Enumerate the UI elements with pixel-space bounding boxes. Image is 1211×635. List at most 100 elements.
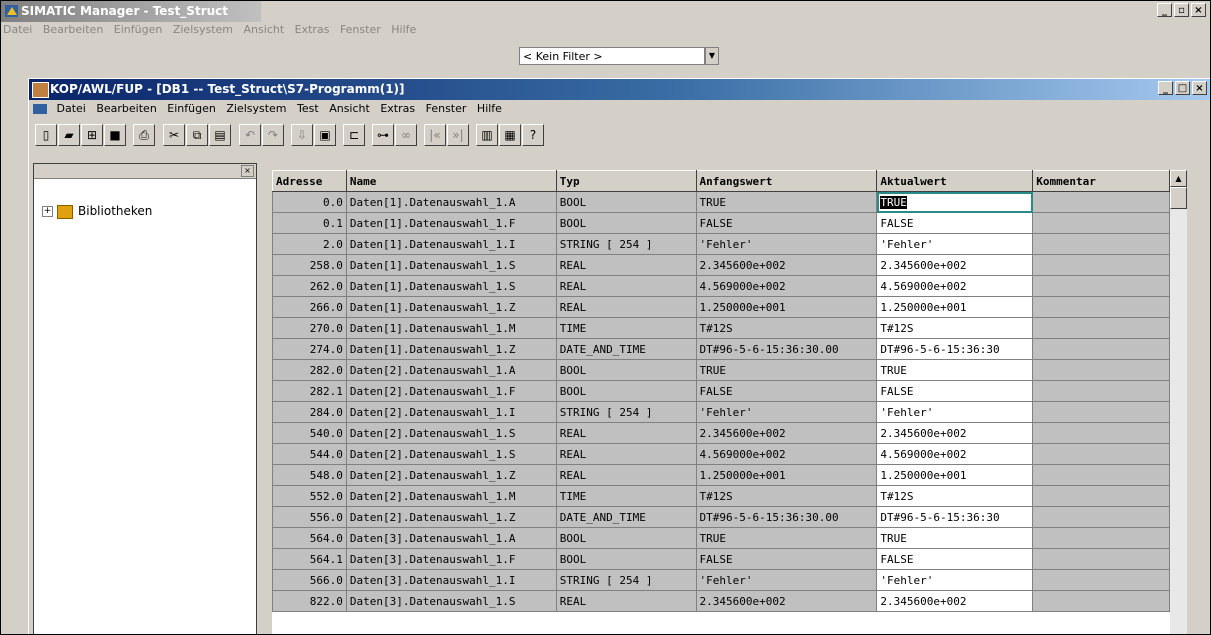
table-row[interactable]: 0.0 Daten[1].Datenauswahl_1.A BOOL TRUE TRUE [272,191,1170,213]
inner-menu-extras[interactable]: Extras [380,102,415,115]
cell-aktualwert[interactable]: DT#96-5-6-15:36:30 [876,506,1034,528]
outer-menu-fenster[interactable]: Fenster [340,23,381,36]
cell-aktualwert[interactable]: 1.250000e+001 [876,464,1034,486]
table-row[interactable]: 266.0 Daten[1].Datenauswahl_1.Z REAL 1.2500… [272,296,1170,318]
view-toggle-icon[interactable]: ⊏ [343,124,365,146]
first-network-icon[interactable]: |« [424,124,446,146]
cell-aktualwert[interactable]: 1.250000e+001 [876,296,1034,318]
paste-icon[interactable]: ▤ [209,124,231,146]
overview-icon[interactable]: ▥ [476,124,498,146]
filter-select[interactable]: < Kein Filter > [519,47,705,65]
cell-aktualwert[interactable]: DT#96-5-6-15:36:30 [876,338,1034,360]
redo-icon[interactable]: ↷ [262,124,284,146]
accessible-nodes-icon[interactable]: ⊞ [81,124,103,146]
inner-menu-hilfe[interactable]: Hilfe [477,102,502,115]
cell-aktualwert[interactable]: T#12S [876,317,1034,339]
header-name[interactable]: Name [345,170,557,192]
table-row[interactable]: 552.0 Daten[2].Datenauswahl_1.M TIME T#12S T… [272,485,1170,507]
copy-icon[interactable]: ⧉ [186,124,208,146]
minimize-button[interactable]: _ [1157,3,1172,17]
vertical-scrollbar[interactable]: ▲ [1170,170,1187,634]
table-row[interactable]: 282.1 Daten[2].Datenauswahl_1.F BOOL FALSE F… [272,380,1170,402]
cell-aktualwert[interactable]: TRUE [876,527,1034,549]
table-row[interactable]: 556.0 Daten[2].Datenauswahl_1.Z DATE_AND_T… [272,506,1170,528]
cell-aktualwert[interactable]: 'Fehler' [876,401,1034,423]
outer-menu-bearbeiten[interactable]: Bearbeiten [43,23,103,36]
outer-menu-datei[interactable]: Datei [3,23,32,36]
inner-maximize-button[interactable]: □ [1175,81,1190,95]
inner-menu-zielsystem[interactable]: Zielsystem [226,102,286,115]
expand-icon[interactable]: + [42,206,53,217]
tree-item-bibliotheken[interactable]: + Bibliotheken [42,204,152,219]
cell-aktualwert[interactable]: 4.569000e+002 [876,443,1034,465]
cell-aktualwert[interactable]: TRUE [876,359,1034,381]
inner-close-button[interactable]: × [1192,81,1207,95]
outer-menu-einfuegen[interactable]: Einfügen [114,23,163,36]
header-aktualwert[interactable]: Aktualwert [876,170,1034,192]
header-adresse[interactable]: Adresse [272,170,347,192]
restore-button[interactable]: ▫ [1174,3,1189,17]
inner-menu-ansicht[interactable]: Ansicht [329,102,370,115]
close-button[interactable]: × [1191,3,1206,17]
selected-value[interactable]: TRUE [880,195,907,209]
inner-menu-datei[interactable]: Datei [57,102,86,115]
menu-window-icon[interactable] [33,104,47,114]
filter-dropdown-icon[interactable]: ▼ [705,47,719,65]
scroll-up-icon[interactable]: ▲ [1170,170,1187,187]
cell-aktualwert[interactable]: FALSE [876,548,1034,570]
glasses-icon[interactable]: ∞ [395,124,417,146]
cell-aktualwert[interactable]: TRUE [876,191,1034,213]
cut-icon[interactable]: ✂ [163,124,185,146]
cell-aktualwert[interactable]: FALSE [876,380,1034,402]
table-row[interactable]: 274.0 Daten[1].Datenauswahl_1.Z DATE_AND_T… [272,338,1170,360]
inner-minimize-button[interactable]: _ [1158,81,1173,95]
outer-menu-hilfe[interactable]: Hilfe [391,23,416,36]
table-row[interactable]: 548.0 Daten[2].Datenauswahl_1.Z REAL 1.2500… [272,464,1170,486]
cell-aktualwert[interactable]: 'Fehler' [876,569,1034,591]
help-icon[interactable]: ? [522,124,544,146]
table-row[interactable]: 0.1 Daten[1].Datenauswahl_1.F BOOL FALSE FAL… [272,212,1170,234]
cell-aktualwert[interactable]: 4.569000e+002 [876,275,1034,297]
table-row[interactable]: 540.0 Daten[2].Datenauswahl_1.S REAL 2.3456… [272,422,1170,444]
table-row[interactable]: 258.0 Daten[1].Datenauswahl_1.S REAL 2.3456… [272,254,1170,276]
header-anfangswert[interactable]: Anfangswert [695,170,878,192]
details-icon[interactable]: ▦ [499,124,521,146]
monitor-icon[interactable]: ▣ [314,124,336,146]
cell-aktualwert[interactable]: 2.345600e+002 [876,422,1034,444]
inner-title-bar[interactable]: KOP/AWL/FUP - [DB1 -- Test_Struct\S7-Pro… [29,79,1210,100]
network-icon[interactable]: ⊶ [372,124,394,146]
table-row[interactable]: 564.0 Daten[3].Datenauswahl_1.A BOOL TRUE TR… [272,527,1170,549]
pane-close-icon[interactable]: × [241,165,254,177]
new-file-icon[interactable]: ▯ [35,124,57,146]
table-row[interactable]: 282.0 Daten[2].Datenauswahl_1.A BOOL TRUE TR… [272,359,1170,381]
pane-splitter[interactable] [257,163,269,634]
open-folder-icon[interactable]: ▰ [58,124,80,146]
last-network-icon[interactable]: »| [447,124,469,146]
outer-menu-zielsystem[interactable]: Zielsystem [173,23,233,36]
cell-aktualwert[interactable]: 2.345600e+002 [876,254,1034,276]
table-row[interactable]: 564.1 Daten[3].Datenauswahl_1.F BOOL FALSE F… [272,548,1170,570]
cell-aktualwert[interactable]: T#12S [876,485,1034,507]
table-row[interactable]: 822.0 Daten[3].Datenauswahl_1.S REAL 2.3456… [272,590,1170,612]
table-row[interactable]: 566.0 Daten[3].Datenauswahl_1.I STRING [ 2… [272,569,1170,591]
inner-menu-fenster[interactable]: Fenster [426,102,467,115]
table-row[interactable]: 262.0 Daten[1].Datenauswahl_1.S REAL 4.5690… [272,275,1170,297]
outer-menu-extras[interactable]: Extras [295,23,330,36]
save-icon[interactable]: ■ [104,124,126,146]
cell-aktualwert[interactable]: FALSE [876,212,1034,234]
table-row[interactable]: 2.0 Daten[1].Datenauswahl_1.I STRING [ 254… [272,233,1170,255]
table-row[interactable]: 284.0 Daten[2].Datenauswahl_1.I STRING [ 2… [272,401,1170,423]
inner-menu-einfuegen[interactable]: Einfügen [167,102,216,115]
scroll-thumb[interactable] [1170,187,1187,209]
inner-menu-bearbeiten[interactable]: Bearbeiten [96,102,156,115]
print-icon[interactable]: ⎙ [133,124,155,146]
table-row[interactable]: 270.0 Daten[1].Datenauswahl_1.M TIME T#12S T… [272,317,1170,339]
header-kommentar[interactable]: Kommentar [1032,170,1170,192]
table-row[interactable]: 544.0 Daten[2].Datenauswahl_1.S REAL 4.5690… [272,443,1170,465]
inner-menu-test[interactable]: Test [297,102,319,115]
cell-aktualwert[interactable]: 'Fehler' [876,233,1034,255]
cell-aktualwert[interactable]: 2.345600e+002 [876,590,1034,612]
download-icon[interactable]: ⇩ [291,124,313,146]
undo-icon[interactable]: ↶ [239,124,261,146]
header-typ[interactable]: Typ [555,170,697,192]
